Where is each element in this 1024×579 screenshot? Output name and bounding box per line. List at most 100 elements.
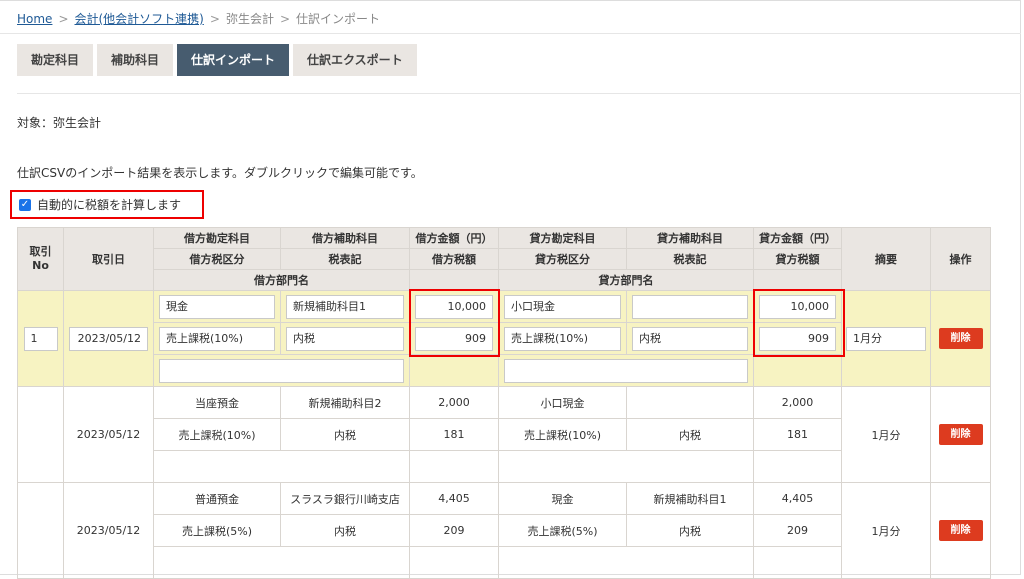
credit-amount-input[interactable]: 10,000 xyxy=(759,294,836,319)
cell-debit-amount: 2,000 xyxy=(409,386,499,419)
credit-sub-input[interactable] xyxy=(632,294,748,319)
debit-sub-input[interactable]: 新規補助科目1 xyxy=(286,294,404,319)
header-credit-amount: 貸方金額（円） xyxy=(753,227,842,249)
cell-credit-tax-note: 内税 xyxy=(626,514,754,547)
header-credit-tax-note: 税表記 xyxy=(626,248,754,270)
cell-memo: 1月分 xyxy=(841,386,931,483)
credit-account-input[interactable]: 小口現金 xyxy=(504,294,621,319)
cell-debit-sub: スラスラ銀行川崎支店 xyxy=(280,482,410,515)
header-debit-sub: 借方補助科目 xyxy=(280,227,410,249)
breadcrumb-divider xyxy=(0,33,1021,34)
header-debit-dept: 借方部門名 xyxy=(153,269,410,291)
cell-credit-account: 小口現金 xyxy=(498,290,627,323)
cell-debit-amount: 4,405 xyxy=(409,482,499,515)
cell-credit-tax-note: 内税 xyxy=(626,322,754,355)
header-credit-dept: 貸方部門名 xyxy=(498,269,754,291)
cell-debit-tax: 181 xyxy=(409,418,499,451)
cell-blank xyxy=(753,354,842,387)
delete-button[interactable]: 削除 xyxy=(938,328,983,349)
cell-credit-amount: 2,000 xyxy=(753,386,842,419)
credit-tax-input[interactable]: 909 xyxy=(759,326,836,351)
cell-credit-tax: 181 xyxy=(753,418,842,451)
credit-tax-note-input[interactable]: 内税 xyxy=(632,326,748,351)
debit-account-input[interactable]: 現金 xyxy=(159,294,275,319)
header-credit-tax: 貸方税額 xyxy=(753,248,842,270)
header-blank xyxy=(409,269,499,291)
cell-credit-account: 小口現金 xyxy=(498,386,627,419)
cell-debit-sub: 新規補助科目2 xyxy=(280,386,410,419)
header-debit-account: 借方勘定科目 xyxy=(153,227,281,249)
breadcrumb-yayoi: 弥生会計 xyxy=(225,12,274,26)
cell-blank xyxy=(409,450,499,483)
cell-credit-sub: 新規補助科目1 xyxy=(626,482,754,515)
date-input[interactable]: 2023/05/12 xyxy=(69,326,148,351)
cell-credit-tax: 909 xyxy=(753,322,842,355)
delete-button[interactable]: 削除 xyxy=(938,424,983,445)
auto-calc-checkbox-row[interactable]: ✓ 自動的に税額を計算します xyxy=(10,190,204,219)
tab-accounts[interactable]: 勘定科目 xyxy=(17,44,94,76)
cell-credit-sub xyxy=(626,386,754,419)
breadcrumb-current: 仕訳インポート xyxy=(296,12,381,26)
breadcrumb-home-link[interactable]: Home xyxy=(17,12,52,26)
cell-debit-tax-class: 売上課税(10%) xyxy=(153,418,281,451)
cell-date: 2023/05/12 xyxy=(63,482,154,579)
checkbox-checked-icon[interactable]: ✓ xyxy=(19,198,31,211)
cell-debit-tax: 909 xyxy=(409,322,499,355)
cell-no xyxy=(17,482,64,579)
header-credit-tax-class: 貸方税区分 xyxy=(498,248,627,270)
breadcrumb-parent-link[interactable]: 会計(他会計ソフト連携) xyxy=(75,12,204,26)
cell-blank xyxy=(753,450,842,483)
table-row: 2023/05/12 普通預金 スラスラ銀行川崎支店 4,405 現金 新規補助… xyxy=(17,482,991,579)
tab-journal-import[interactable]: 仕訳インポート xyxy=(177,44,290,76)
cell-credit-tax-class: 売上課税(10%) xyxy=(498,322,627,355)
debit-tax-class-input[interactable]: 売上課税(10%) xyxy=(159,326,275,351)
cell-debit-tax-note: 内税 xyxy=(280,322,410,355)
cell-credit-amount: 4,405 xyxy=(753,482,842,515)
debit-amount-input[interactable]: 10,000 xyxy=(415,294,493,319)
debit-tax-input[interactable]: 909 xyxy=(415,326,493,351)
cell-blank xyxy=(409,354,499,387)
credit-dept-input[interactable] xyxy=(504,358,748,383)
cell-debit-account: 当座預金 xyxy=(153,386,281,419)
cell-debit-tax-class: 売上課税(10%) xyxy=(153,322,281,355)
cell-blank xyxy=(409,546,499,579)
cell-debit-amount: 10,000 xyxy=(409,290,499,323)
header-action: 操作 xyxy=(930,227,991,291)
cell-debit-tax-class: 売上課税(5%) xyxy=(153,514,281,547)
header-debit-tax-note: 税表記 xyxy=(280,248,410,270)
breadcrumb-separator: > xyxy=(279,12,291,26)
cell-debit-tax: 209 xyxy=(409,514,499,547)
cell-debit-dept xyxy=(153,546,410,579)
tab-journal-export[interactable]: 仕訳エクスポート xyxy=(293,44,417,76)
cell-credit-dept xyxy=(498,354,754,387)
debit-dept-input[interactable] xyxy=(159,358,404,383)
cell-credit-dept xyxy=(498,450,754,483)
cell-credit-amount: 10,000 xyxy=(753,290,842,323)
cell-memo: 1月分 xyxy=(841,482,931,579)
header-credit-account: 貸方勘定科目 xyxy=(498,227,627,249)
cell-action: 削除 xyxy=(930,482,991,579)
debit-tax-note-input[interactable]: 内税 xyxy=(286,326,404,351)
header-credit-sub: 貸方補助科目 xyxy=(626,227,754,249)
header-blank xyxy=(753,269,842,291)
cell-credit-tax-class: 売上課税(10%) xyxy=(498,418,627,451)
no-input[interactable]: 1 xyxy=(23,326,58,351)
cell-credit-account: 現金 xyxy=(498,482,627,515)
breadcrumb: Home > 会計(他会計ソフト連携) > 弥生会計 > 仕訳インポート xyxy=(17,10,380,27)
header-debit-tax: 借方税額 xyxy=(409,248,499,270)
header-memo: 摘要 xyxy=(841,227,931,291)
delete-button[interactable]: 削除 xyxy=(938,520,983,541)
cell-debit-dept xyxy=(153,354,410,387)
cell-action: 削除 xyxy=(930,386,991,483)
cell-debit-account: 普通預金 xyxy=(153,482,281,515)
cell-debit-tax-note: 内税 xyxy=(280,514,410,547)
cell-memo: 1月分 xyxy=(841,290,931,387)
breadcrumb-separator: > xyxy=(58,12,69,26)
cell-debit-account: 現金 xyxy=(153,290,281,323)
memo-input[interactable]: 1月分 xyxy=(846,326,926,351)
target-label: 対象：弥生会計 xyxy=(17,116,102,130)
cell-action: 削除 xyxy=(930,290,991,387)
tab-sub-accounts[interactable]: 補助科目 xyxy=(97,44,174,76)
credit-tax-class-input[interactable]: 売上課税(10%) xyxy=(504,326,621,351)
cell-credit-sub xyxy=(626,290,754,323)
